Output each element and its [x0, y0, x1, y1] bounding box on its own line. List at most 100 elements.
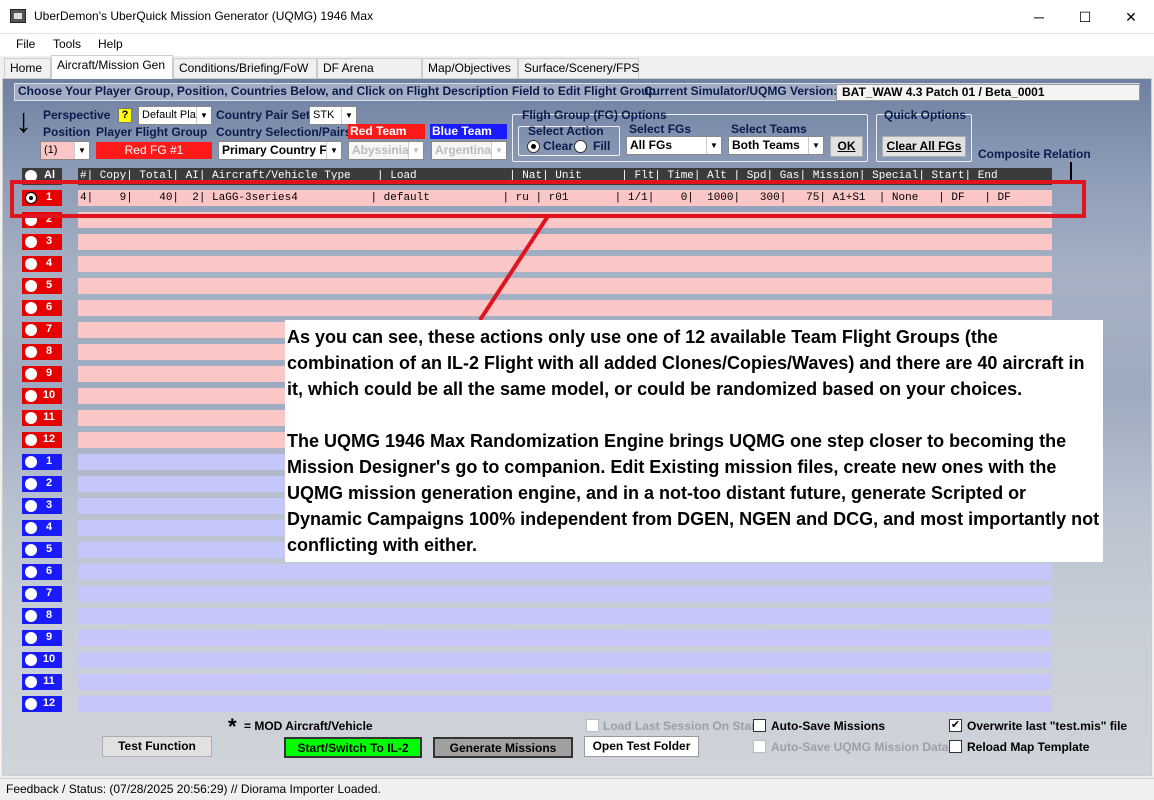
fg-radio[interactable] [25, 522, 37, 534]
chevron-down-icon: ▼ [491, 142, 506, 159]
red-fg-selector-7[interactable]: 7 [22, 322, 62, 338]
fg-radio[interactable] [25, 500, 37, 512]
chevron-down-icon: ▼ [74, 142, 89, 159]
red-fg-selector-8[interactable]: 8 [22, 344, 62, 360]
red-fg-row-3[interactable] [78, 234, 1052, 250]
fg-radio[interactable] [25, 588, 37, 600]
blue-team-dropdown[interactable]: Argentina ▼ [431, 141, 507, 160]
blue-fg-selector-7[interactable]: 7 [22, 586, 62, 602]
fg-radio[interactable] [25, 324, 37, 336]
fg-radio[interactable] [25, 544, 37, 556]
blue-fg-selector-10[interactable]: 10 [22, 652, 62, 668]
reload-map-template-checkbox[interactable] [949, 740, 962, 753]
country-pair-set-dropdown[interactable]: STK ▼ [309, 106, 357, 125]
player-fg-field[interactable]: Red FG #1 [96, 142, 212, 159]
blue-fg-selector-8[interactable]: 8 [22, 608, 62, 624]
red-fg-selector-12[interactable]: 12 [22, 432, 62, 448]
tab-aircraft-mission-gen[interactable]: Aircraft/Mission Gen [51, 55, 173, 79]
blue-fg-selector-3[interactable]: 3 [22, 498, 62, 514]
select-fgs-dropdown[interactable]: All FGs ▼ [626, 136, 722, 155]
blue-fg-row-10[interactable] [78, 652, 1052, 668]
perspective-value: Default Play [142, 109, 202, 121]
fg-radio[interactable] [25, 434, 37, 446]
quick-options-label: Quick Options [884, 108, 967, 122]
fg-radio[interactable] [25, 368, 37, 380]
start-switch-il2-button[interactable]: Start/Switch To IL-2 [284, 737, 422, 758]
fg-radio[interactable] [25, 280, 37, 292]
perspective-dropdown[interactable]: Default Play ▼ [138, 106, 212, 125]
menu-help[interactable]: Help [98, 37, 123, 51]
blue-fg-row-11[interactable] [78, 674, 1052, 690]
fg-radio[interactable] [25, 258, 37, 270]
fg-radio[interactable] [25, 390, 37, 402]
test-function-button[interactable]: Test Function [102, 736, 212, 757]
window-title: UberDemon's UberQuick Mission Generator … [34, 9, 374, 23]
close-button[interactable]: ✕ [1108, 0, 1154, 34]
blue-fg-selector-12[interactable]: 12 [22, 696, 62, 712]
blue-fg-row-7[interactable] [78, 586, 1052, 602]
red-fg-selector-6[interactable]: 6 [22, 300, 62, 316]
country-selection-dropdown[interactable]: Primary Country F ▼ [218, 141, 342, 160]
tab-df-arena-options[interactable]: DF Arena Options [317, 58, 422, 93]
red-fg-selector-3[interactable]: 3 [22, 234, 62, 250]
clear-radio[interactable] [527, 140, 540, 153]
red-fg-selector-10[interactable]: 10 [22, 388, 62, 404]
fg-radio[interactable] [25, 412, 37, 424]
open-test-folder-button[interactable]: Open Test Folder [584, 736, 699, 757]
blue-fg-selector-2[interactable]: 2 [22, 476, 62, 492]
generate-missions-button[interactable]: Generate Missions [433, 737, 573, 758]
blue-fg-selector-4[interactable]: 4 [22, 520, 62, 536]
fg-radio[interactable] [25, 236, 37, 248]
menu-file[interactable]: File [16, 37, 35, 51]
minimize-button[interactable]: ─ [1016, 0, 1062, 34]
tab-home[interactable]: Home [4, 58, 51, 78]
select-fgs-label: Select FGs [629, 122, 692, 136]
help-badge[interactable]: ? [118, 108, 132, 123]
tab-conditions-briefing[interactable]: Conditions/Briefing/FoW [173, 58, 317, 78]
fg-radio[interactable] [25, 456, 37, 468]
blue-fg-selector-5[interactable]: 5 [22, 542, 62, 558]
red-team-dropdown[interactable]: Abyssinia ▼ [348, 141, 424, 160]
red-fg-selector-11[interactable]: 11 [22, 410, 62, 426]
blue-fg-selector-1[interactable]: 1 [22, 454, 62, 470]
fg-radio[interactable] [25, 566, 37, 578]
blue-fg-row-9[interactable] [78, 630, 1052, 646]
fg-radio[interactable] [25, 610, 37, 622]
load-last-session-label: Load Last Session On Start [603, 719, 760, 733]
red-fg-selector-5[interactable]: 5 [22, 278, 62, 294]
auto-save-uqmg-checkbox[interactable] [753, 740, 766, 753]
blue-fg-row-6[interactable] [78, 564, 1052, 580]
blue-fg-row-8[interactable] [78, 608, 1052, 624]
fg-radio[interactable] [25, 654, 37, 666]
tab-surface-scenery-fps[interactable]: Surface/Scenery/FPS [518, 58, 639, 78]
fg-radio[interactable] [25, 632, 37, 644]
ok-button[interactable]: OK [830, 136, 863, 157]
blue-fg-selector-6[interactable]: 6 [22, 564, 62, 580]
fg-radio[interactable] [25, 676, 37, 688]
position-label: Position [43, 125, 91, 139]
red-fg-selector-4[interactable]: 4 [22, 256, 62, 272]
select-teams-dropdown[interactable]: Both Teams ▼ [728, 136, 824, 155]
fg-radio[interactable] [25, 478, 37, 490]
chevron-down-icon: ▼ [408, 142, 423, 159]
menu-tools[interactable]: Tools [53, 37, 81, 51]
red-fg-selector-9[interactable]: 9 [22, 366, 62, 382]
red-fg-row-5[interactable] [78, 278, 1052, 294]
blue-fg-row-12[interactable] [78, 696, 1052, 712]
blue-fg-selector-9[interactable]: 9 [22, 630, 62, 646]
overwrite-test-mis-checkbox[interactable]: ✔ [949, 719, 962, 732]
maximize-button[interactable]: ☐ [1062, 0, 1108, 34]
fill-radio[interactable] [574, 140, 587, 153]
red-fg-row-6[interactable] [78, 300, 1052, 316]
position-dropdown[interactable]: (1) ▼ [40, 141, 90, 160]
red-fg-row-4[interactable] [78, 256, 1052, 272]
blue-fg-selector-11[interactable]: 11 [22, 674, 62, 690]
fg-radio[interactable] [25, 346, 37, 358]
load-last-session-checkbox[interactable] [586, 719, 599, 732]
clear-all-fgs-button[interactable]: Clear All FGs [882, 136, 966, 157]
fg-radio[interactable] [25, 302, 37, 314]
tab-map-objectives[interactable]: Map/Objectives [422, 58, 518, 78]
auto-save-missions-checkbox[interactable] [753, 719, 766, 732]
fg-radio[interactable] [25, 698, 37, 710]
perspective-label: Perspective [43, 108, 111, 122]
